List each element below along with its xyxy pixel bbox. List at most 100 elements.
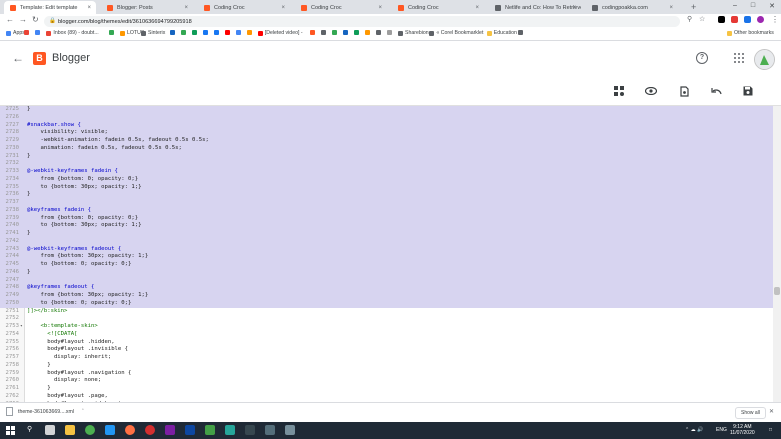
browser-tab[interactable]: Netlife and Co: How To Retrieve ... × [489,1,581,14]
close-tab-icon[interactable]: × [572,5,576,11]
app-icon[interactable] [285,425,295,435]
reload-icon[interactable]: ↻ [32,15,39,24]
code-line[interactable]: 2727 #snackbar.show { [0,121,773,130]
minimize-button[interactable]: – [733,2,737,10]
code-line[interactable]: 2746} [0,268,773,277]
search-icon[interactable]: ⚲ [687,15,692,23]
bookmark-item[interactable] [518,30,525,35]
bookmark-item[interactable] [343,30,350,35]
bookmark-item[interactable] [180,30,188,35]
preview-icon[interactable] [644,84,658,98]
code-line[interactable]: 2732 [0,160,773,168]
code-editor[interactable]: 2725} 2726 2727 #snackbar.show {2728 visibi… [0,106,773,402]
edge-icon[interactable] [105,425,115,435]
blogger-logo-icon[interactable]: B [33,52,46,65]
code-line[interactable]: 2744 from {bottom: 30px; opacity: 1;} [0,253,773,261]
bookmark-item[interactable] [310,30,317,35]
undo-icon[interactable] [709,84,723,98]
firefox-icon[interactable] [125,425,135,435]
bookmark-item[interactable]: Apps [6,30,25,36]
fold-arrow-icon[interactable]: ▾ [20,323,23,331]
code-line[interactable]: 2749 from {bottom: 30px; opacity: 1;} [0,292,773,300]
bookmark-item[interactable]: Other bookmarks [727,30,774,36]
bookmark-item[interactable] [213,30,221,35]
close-tab-icon[interactable]: × [87,5,91,11]
code-line[interactable]: 2739 from {bottom: 0; opacity: 0;} [0,214,773,223]
browser-tab[interactable]: codingpoakka.com × [586,1,678,14]
code-line[interactable]: 2737 [0,199,773,207]
close-tab-icon[interactable]: × [669,5,673,11]
bookmark-item[interactable]: Education [486,30,517,36]
back-arrow-icon[interactable]: ← [12,51,24,65]
app-icon[interactable] [165,425,175,435]
close-tab-icon[interactable]: × [184,5,188,11]
code-line[interactable]: 2735 to {bottom: 30px; opacity: 1;} [0,183,773,192]
show-all-button[interactable]: Show all [735,407,766,419]
address-bar[interactable]: 🔒 blogger.com/blog/themes/edit/361063669… [44,16,680,27]
code-line[interactable]: 2757 display: inherit; [0,354,773,362]
avatar[interactable] [754,49,775,70]
bookmark-item[interactable]: Sinterix [141,30,165,36]
extension-icon[interactable] [744,16,751,23]
tray-icons[interactable]: ⌃ ☁ 🔊 [685,427,703,433]
close-icon[interactable]: ✕ [769,408,774,415]
bookmark-item[interactable] [169,30,177,35]
code-line[interactable]: 2745 to {bottom: 0; opacity: 0;} [0,261,773,269]
browser-tab[interactable]: Blogger: Posts × [101,1,193,14]
bookmark-item[interactable] [191,30,199,35]
code-line[interactable]: 2747 [0,276,773,285]
code-line[interactable]: 2726 [0,113,773,122]
code-line[interactable]: 2736} [0,191,773,199]
code-line[interactable]: 2743 @-webkit-keyframes fadeout { [0,245,773,254]
star-bookmark-icon[interactable]: ☆ [699,15,705,23]
back-arrow-icon[interactable]: ← [6,15,14,24]
code-line[interactable]: 2758 } [0,362,773,370]
code-line[interactable]: 2730 animation: fadein 0.5s, fadeout 0.5… [0,144,773,153]
bookmark-item[interactable] [365,30,372,35]
save-icon[interactable] [741,84,755,98]
browser-tab[interactable]: Coding Croc × [295,1,387,14]
save-draft-icon[interactable] [677,84,691,98]
code-line[interactable]: 2755 body#layout .hidden, [0,339,773,347]
code-line[interactable]: 2733 @-webkit-keyframes fadein { [0,168,773,176]
bookmark-item[interactable]: Sharebion [398,30,429,36]
download-item[interactable]: theme-361063669....xml ˆ [6,407,84,416]
bookmark-item[interactable] [235,30,243,35]
extension-icon[interactable] [731,16,738,23]
apps-grid-icon[interactable] [734,53,744,63]
app-icon[interactable] [205,425,215,435]
file-explorer-icon[interactable] [65,425,75,435]
app-icon[interactable] [225,425,235,435]
help-icon[interactable]: ? [696,52,708,64]
code-line[interactable]: 2762 body#layout .page, [0,393,773,401]
forward-arrow-icon[interactable]: → [19,15,27,24]
code-line[interactable]: 2754 <![CDATA[ [0,331,773,339]
chrome-icon[interactable] [85,425,95,435]
bookmark-item[interactable] [321,30,328,35]
code-line[interactable]: 2728 visibility: visible; [0,129,773,137]
code-line[interactable]: 2742 [0,237,773,246]
code-line[interactable]: 2752 [0,315,773,323]
app-icon[interactable] [245,425,255,435]
code-line[interactable]: 2740 to {bottom: 30px; opacity: 1;} [0,222,773,230]
bookmark-item[interactable] [387,30,394,35]
scrollbar-thumb[interactable] [774,287,780,295]
chevron-up-icon[interactable]: ˆ [82,409,84,415]
search-icon[interactable]: ⚲ [27,425,32,433]
language-indicator[interactable]: ENG [716,427,727,433]
code-line[interactable]: 2738 @keyframes fadein { [0,206,773,215]
bookmark-item[interactable]: « Corel Bookmarklet [429,30,483,36]
browser-menu-icon[interactable]: ⋮ [771,15,779,24]
bookmark-item[interactable] [332,30,339,35]
code-line[interactable]: 2750 to {bottom: 0; opacity: 0;} [0,299,773,308]
browser-tab[interactable]: Coding Croc × [392,1,484,14]
bookmark-item[interactable] [35,30,42,35]
code-line[interactable]: 2729 -webkit-animation: fadein 0.5s, fad… [0,137,773,145]
code-line[interactable]: 2760 display: none; [0,377,773,385]
code-line[interactable]: 2761 } [0,385,773,393]
code-line[interactable]: 2756 body#layout .invisible { [0,346,773,354]
bookmark-item[interactable] [376,30,383,35]
code-line[interactable]: 2741} [0,230,773,238]
browser-tab[interactable]: Template: Edit template × [4,1,96,14]
bookmark-item[interactable] [202,30,210,35]
